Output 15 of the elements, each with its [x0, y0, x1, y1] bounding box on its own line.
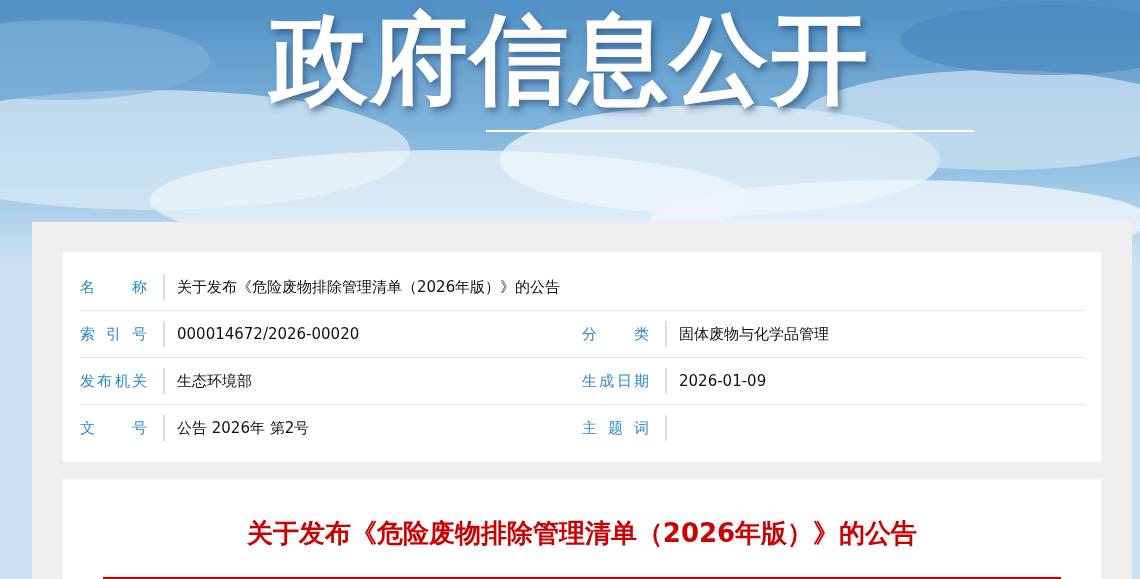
page-title: 政府信息公开 — [267, 4, 871, 114]
field-label: 分类 — [582, 321, 667, 347]
field-value: 固体废物与化学品管理 — [678, 324, 829, 344]
field-value: 生态环境部 — [176, 371, 252, 391]
field-label: 名称 — [80, 274, 165, 300]
field-value: 2026-01-09 — [678, 372, 767, 390]
article-title: 关于发布《危险废物排除管理清单（2026年版）》的公告 — [103, 509, 1061, 579]
field-label: 索引号 — [80, 321, 165, 347]
field-label: 发布机关 — [80, 368, 165, 394]
field-label: 生成日期 — [582, 368, 667, 394]
field-label: 文号 — [80, 415, 165, 441]
field-label: 主题词 — [582, 415, 667, 441]
field-value: 000014672/2026-00020 — [176, 325, 360, 343]
field-value: 关于发布《危险废物排除管理清单（2026年版）》的公告 — [176, 277, 561, 297]
field-value: 公告 2026年 第2号 — [176, 418, 310, 438]
